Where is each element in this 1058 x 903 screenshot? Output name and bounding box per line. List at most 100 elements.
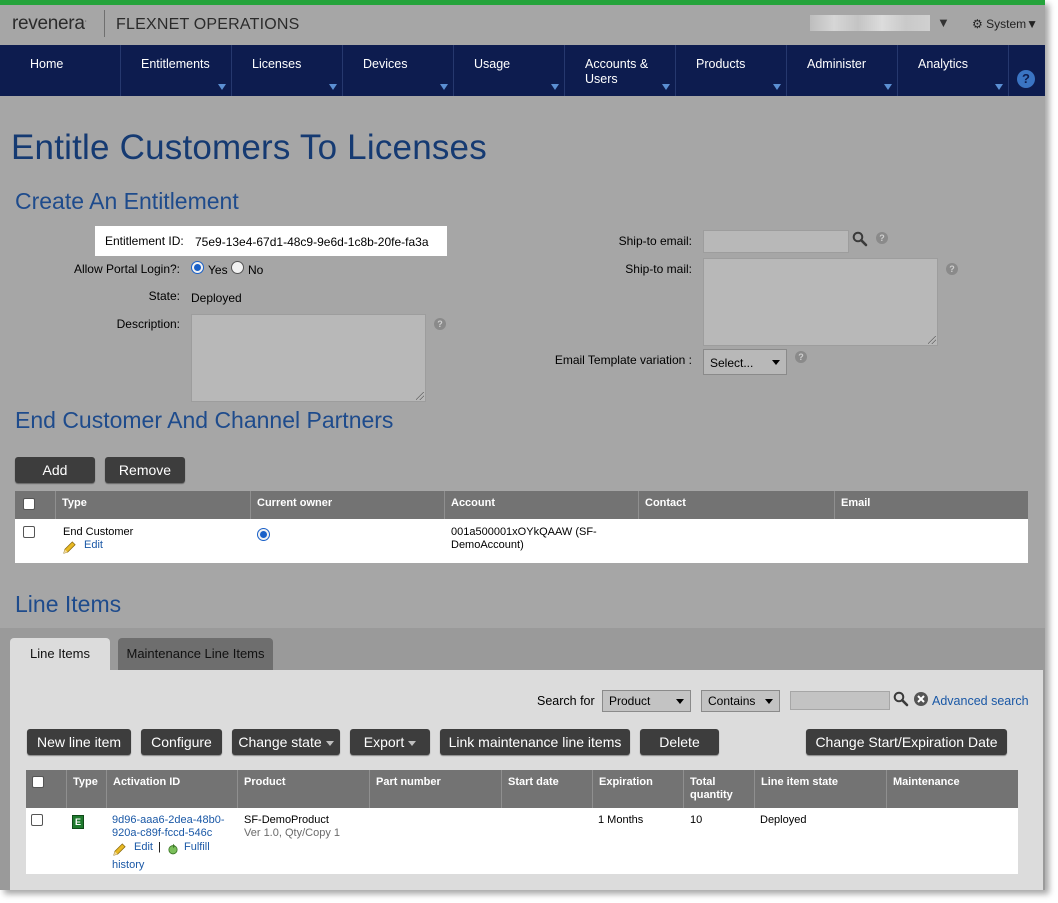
link-maintenance-button[interactable]: Link maintenance line items <box>440 729 630 755</box>
col-activation-id[interactable]: Activation ID <box>107 770 238 808</box>
select-all-checkbox[interactable] <box>23 498 35 510</box>
email-template-select[interactable]: Select... <box>703 349 787 375</box>
nav-usage[interactable]: Usage <box>454 45 565 96</box>
main-navigation: Home Entitlements Licenses Devices Usage… <box>0 45 1045 96</box>
line-item-state-cell: Deployed <box>760 814 807 826</box>
resize-grip-icon[interactable] <box>928 336 936 344</box>
advanced-search-link[interactable]: Advanced search <box>932 694 1029 708</box>
chevron-down-icon: ▼ <box>1026 17 1039 31</box>
product-version-cell: Ver 1.0, Qty/Copy 1 <box>244 827 340 839</box>
history-link[interactable]: history <box>112 859 144 872</box>
search-icon[interactable] <box>852 231 868 247</box>
nav-licenses-label: Licenses <box>252 57 302 71</box>
nav-devices-label: Devices <box>363 57 408 71</box>
ship-email-help-icon[interactable]: ? <box>876 232 888 244</box>
nav-devices[interactable]: Devices <box>343 45 454 96</box>
system-menu[interactable]: ⚙ System▼ <box>972 17 1038 31</box>
chevron-down-icon <box>676 699 684 704</box>
col-line-item-state[interactable]: Line item state <box>755 770 887 808</box>
brand-bar: revenera. FLEXNET OPERATIONS ▼ ⚙ System▼ <box>0 5 1045 45</box>
line-items-heading: Line Items <box>15 591 122 617</box>
pencil-icon[interactable] <box>112 842 127 857</box>
portal-login-yes-radio[interactable] <box>191 261 204 274</box>
portal-login-no-label: No <box>248 263 264 277</box>
delete-button[interactable]: Delete <box>640 729 719 755</box>
ship-email-label: Ship-to email: <box>618 234 692 248</box>
chevron-down-icon <box>329 84 337 90</box>
new-line-item-button[interactable]: New line item <box>27 729 131 755</box>
col-expiration[interactable]: Expiration <box>593 770 684 808</box>
col-account[interactable]: Account <box>445 491 639 519</box>
nav-products[interactable]: Products <box>676 45 787 96</box>
col-type[interactable]: Type <box>56 491 251 519</box>
configure-button[interactable]: Configure <box>141 729 222 755</box>
search-operator-value: Contains <box>708 694 756 708</box>
user-menu-blurred[interactable] <box>810 15 930 31</box>
user-menu-caret-icon[interactable]: ▼ <box>937 15 950 30</box>
nav-home[interactable]: Home <box>10 45 121 96</box>
col-maintenance[interactable]: Maintenance <box>887 770 1018 808</box>
nav-entitlements[interactable]: Entitlements <box>121 45 232 96</box>
search-operator-select[interactable]: Contains <box>701 690 780 712</box>
fulfill-icon[interactable] <box>167 843 179 855</box>
partner-type: End Customer <box>63 526 134 538</box>
change-dates-button[interactable]: Change Start/Expiration Date <box>806 729 1007 755</box>
chevron-down-icon <box>765 699 773 704</box>
col-email[interactable]: Email <box>835 491 1028 519</box>
app-window: revenera. FLEXNET OPERATIONS ▼ ⚙ System▼… <box>0 0 1045 890</box>
col-type[interactable]: Type <box>67 770 107 808</box>
portal-login-no-radio[interactable] <box>231 261 244 274</box>
col-part-number[interactable]: Part number <box>370 770 502 808</box>
revenera-logo[interactable]: revenera. <box>12 13 87 35</box>
select-all-checkbox[interactable] <box>32 776 44 788</box>
activation-id-link[interactable]: 9d96-aaa6-2dea-48b0-920a-c89f-fccd-546c <box>112 814 232 840</box>
help-icon[interactable]: ? <box>1017 70 1035 88</box>
ship-mail-help-icon[interactable]: ? <box>946 263 958 275</box>
ship-mail-textarea[interactable] <box>703 258 938 346</box>
nav-accounts-users-label: Accounts & Users <box>585 57 649 86</box>
tab-line-items[interactable]: Line Items <box>10 638 110 670</box>
select-all-cell <box>15 491 56 519</box>
state-value: Deployed <box>191 291 242 305</box>
pencil-icon[interactable] <box>62 540 77 555</box>
add-partner-button[interactable]: Add <box>15 457 95 483</box>
nav-usage-label: Usage <box>474 57 511 71</box>
search-field-value: Product <box>609 694 651 708</box>
ship-email-input[interactable] <box>703 230 849 253</box>
export-button[interactable]: Export <box>350 729 430 755</box>
nav-analytics[interactable]: Analytics <box>898 45 1009 96</box>
entitlement-type-badge: E <box>72 815 84 829</box>
clear-search-icon[interactable] <box>913 691 929 707</box>
description-help-icon[interactable]: ? <box>434 318 446 330</box>
line-item-search-input[interactable] <box>790 691 890 710</box>
col-total-quantity[interactable]: Total quantity <box>684 770 755 808</box>
current-owner-radio[interactable] <box>257 528 270 541</box>
col-product[interactable]: Product <box>238 770 370 808</box>
product-name: FLEXNET OPERATIONS <box>116 16 300 33</box>
description-textarea[interactable] <box>191 314 426 402</box>
col-current-owner[interactable]: Current owner <box>251 491 445 519</box>
search-icon[interactable] <box>893 691 909 707</box>
fulfill-link[interactable]: Fulfill <box>184 841 210 854</box>
resize-grip-icon[interactable] <box>416 392 424 400</box>
email-template-help-icon[interactable]: ? <box>795 351 807 363</box>
search-field-select[interactable]: Product <box>602 690 691 712</box>
remove-partner-button[interactable]: Remove <box>105 457 185 483</box>
nav-accounts-users[interactable]: Accounts & Users <box>565 45 676 96</box>
col-start-date[interactable]: Start date <box>502 770 593 808</box>
row-checkbox[interactable] <box>31 814 43 826</box>
tab-maintenance-line-items[interactable]: Maintenance Line Items <box>118 638 273 670</box>
nav-administer[interactable]: Administer <box>787 45 898 96</box>
col-contact[interactable]: Contact <box>639 491 835 519</box>
nav-licenses[interactable]: Licenses <box>232 45 343 96</box>
select-all-cell <box>26 770 67 808</box>
change-state-button[interactable]: Change state <box>232 729 340 755</box>
row-checkbox[interactable] <box>23 526 35 538</box>
entitlement-id-value: 75e9-13e4-67d1-48c9-9e6d-1c8b-20fe-fa3a <box>195 235 429 249</box>
chevron-down-icon <box>884 84 892 90</box>
line-item-edit-link[interactable]: Edit <box>134 841 153 854</box>
partner-edit-link[interactable]: Edit <box>84 539 103 552</box>
page-title: Entitle Customers To Licenses <box>11 128 487 167</box>
chevron-down-icon <box>408 740 417 746</box>
chevron-down-icon <box>773 84 781 90</box>
